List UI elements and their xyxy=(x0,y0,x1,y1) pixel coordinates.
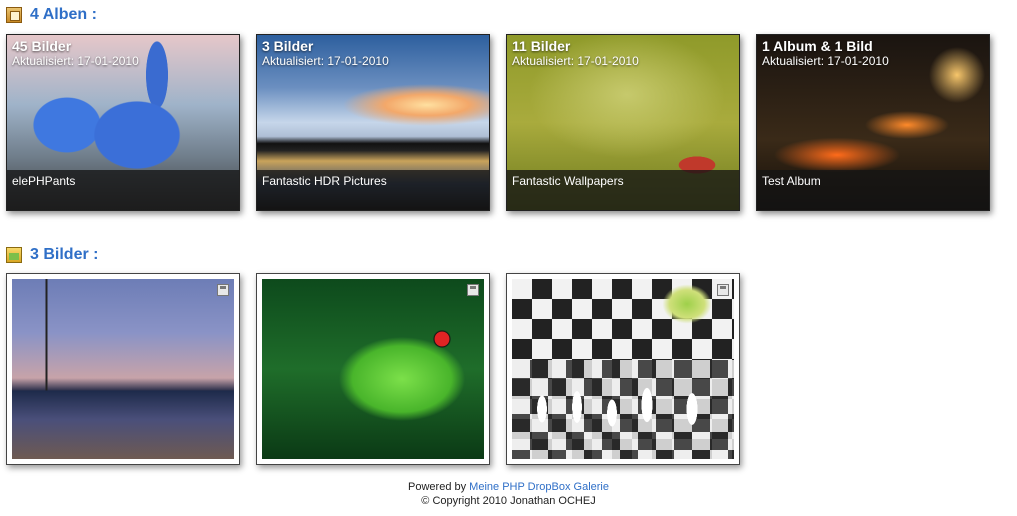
copyright-text: © Copyright 2010 Jonathan OCHEJ xyxy=(421,495,596,507)
album-count: 11 Bilder xyxy=(512,38,571,54)
album-card-hdr-pictures[interactable]: 3 Bilder Aktualisiert: 17-01-2010 Fantas… xyxy=(256,34,490,211)
album-card-test-album[interactable]: 1 Album & 1 Bild Aktualisiert: 17-01-201… xyxy=(756,34,990,211)
photo-image xyxy=(512,279,734,459)
album-count: 1 Album & 1 Bild xyxy=(762,38,873,54)
album-count: 3 Bilder xyxy=(262,38,314,54)
save-icon[interactable] xyxy=(467,284,479,296)
photo-image xyxy=(262,279,484,459)
album-name: Test Album xyxy=(757,170,989,210)
footer: Powered by Meine PHP DropBox Galerie © C… xyxy=(0,480,1017,508)
album-name: Fantastic Wallpapers xyxy=(507,170,739,210)
powered-by-text: Powered by xyxy=(408,481,467,493)
photo-image xyxy=(12,279,234,459)
album-updated: Aktualisiert: 17-01-2010 xyxy=(12,54,139,68)
albums-title-text: 4 Alben : xyxy=(30,6,97,23)
albums-icon xyxy=(6,7,22,23)
album-card-wallpapers[interactable]: 11 Bilder Aktualisiert: 17-01-2010 Fanta… xyxy=(506,34,740,211)
album-count: 45 Bilder xyxy=(12,38,72,54)
chess-pieces xyxy=(522,369,722,449)
album-name: elePHPants xyxy=(7,170,239,210)
album-updated: Aktualisiert: 17-01-2010 xyxy=(762,54,889,68)
albums-section-title: 4 Alben : xyxy=(6,6,97,24)
pictures-icon xyxy=(6,247,22,263)
gallery-link[interactable]: Meine PHP DropBox Galerie xyxy=(469,481,609,493)
save-icon[interactable] xyxy=(717,284,729,296)
powered-by-line: Powered by Meine PHP DropBox Galerie xyxy=(0,480,1017,494)
save-icon[interactable] xyxy=(217,284,229,296)
pictures-section-title: 3 Bilder : xyxy=(6,246,98,264)
photo-thumbnail-frog[interactable] xyxy=(256,273,490,465)
album-updated: Aktualisiert: 17-01-2010 xyxy=(262,54,389,68)
album-name: Fantastic HDR Pictures xyxy=(257,170,489,210)
album-card-elephpants[interactable]: 45 Bilder Aktualisiert: 17-01-2010 elePH… xyxy=(6,34,240,211)
pictures-title-text: 3 Bilder : xyxy=(30,246,99,263)
photo-thumbnail-city[interactable] xyxy=(6,273,240,465)
album-updated: Aktualisiert: 17-01-2010 xyxy=(512,54,639,68)
photo-thumbnail-chess[interactable] xyxy=(506,273,740,465)
